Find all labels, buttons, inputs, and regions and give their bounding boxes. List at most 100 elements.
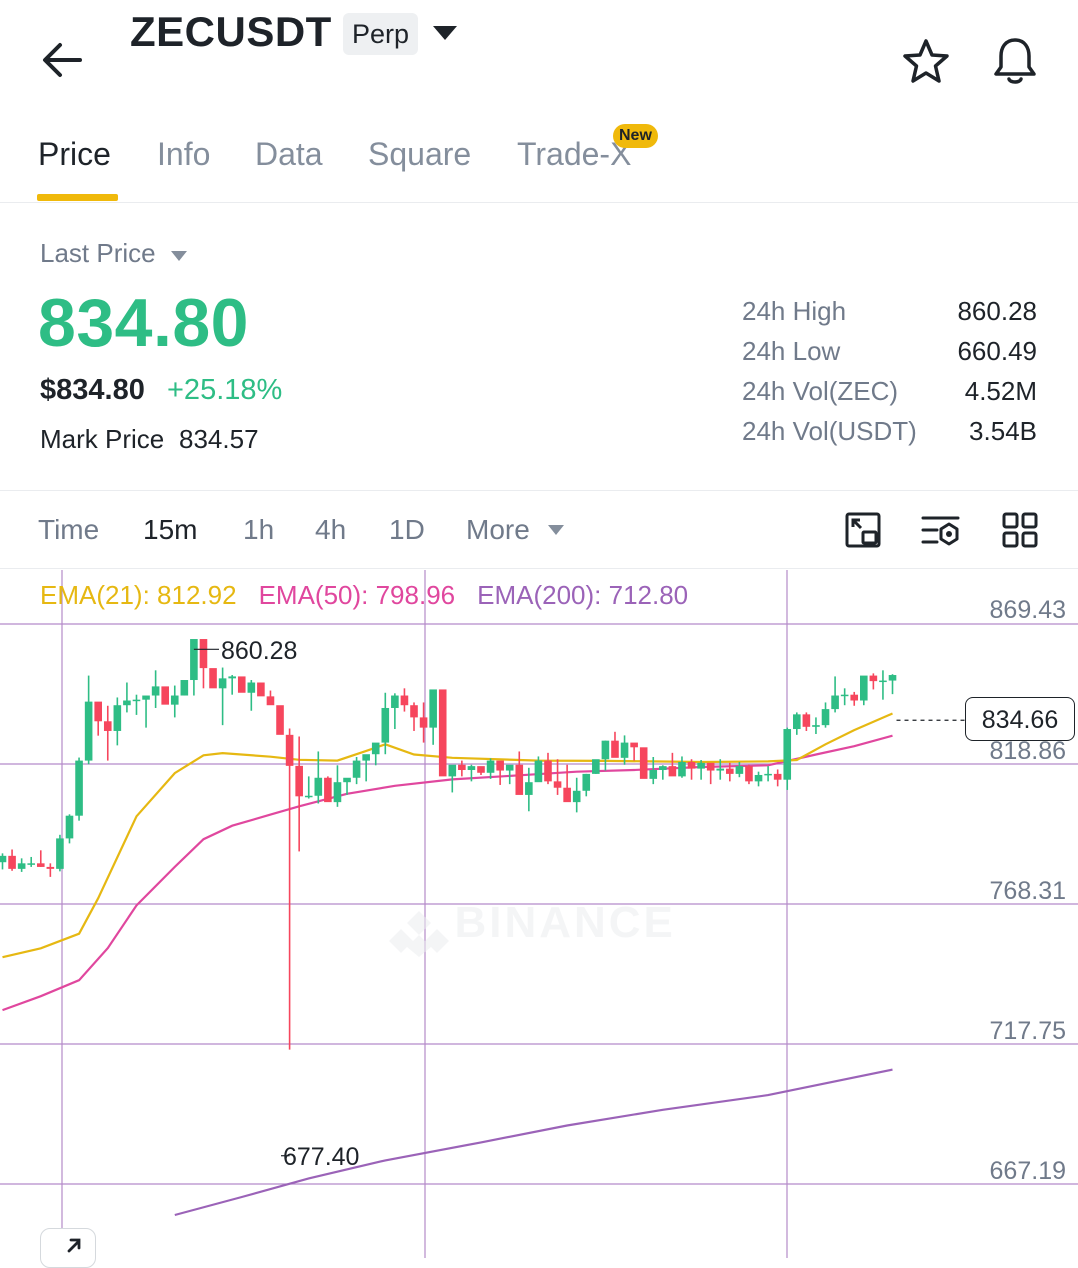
ema50-label: EMA(50): 798.96 xyxy=(258,580,456,610)
candle-body xyxy=(429,689,437,728)
symbol-title[interactable]: ZECUSDT xyxy=(130,8,332,56)
mark-price-value: 834.57 xyxy=(179,424,259,454)
candle-body xyxy=(333,782,342,803)
alert-button[interactable] xyxy=(986,32,1044,90)
timeframe-1h[interactable]: 1h xyxy=(243,514,274,546)
tab-square[interactable]: Square xyxy=(368,136,471,173)
expand-chart-button[interactable] xyxy=(40,1228,96,1268)
tabs-divider xyxy=(0,202,1078,203)
caret-down-icon xyxy=(548,525,564,535)
favorite-button[interactable] xyxy=(898,34,954,90)
candle-body xyxy=(448,764,457,777)
stat-24h-low-value: 660.49 xyxy=(957,336,1037,366)
candle-body xyxy=(36,863,45,867)
candle-body xyxy=(381,707,390,743)
timeframe-1d[interactable]: 1D xyxy=(389,514,425,546)
candle-body xyxy=(285,734,294,766)
chart-settings-button[interactable] xyxy=(843,510,883,550)
price-divider xyxy=(0,490,1078,491)
candle-body xyxy=(716,768,725,771)
y-axis-label: 768.31 xyxy=(989,877,1066,905)
tab-price[interactable]: Price xyxy=(38,136,111,173)
new-badge: New xyxy=(613,124,658,148)
candle-body xyxy=(888,675,897,681)
candle-body xyxy=(687,761,696,769)
candle-body xyxy=(477,766,485,773)
candle-body xyxy=(170,695,179,705)
candle-body xyxy=(209,668,217,689)
candle-body xyxy=(831,695,839,710)
candle-body xyxy=(726,768,734,774)
low-marker-label: 677.40 xyxy=(283,1143,360,1171)
watermark-text: BINANCE xyxy=(454,898,676,947)
candle-body xyxy=(649,770,658,779)
candle-body xyxy=(199,639,208,669)
candle-body xyxy=(27,863,36,865)
candle-body xyxy=(592,759,600,774)
candle-body xyxy=(783,729,792,780)
ema-legend: EMA(21): 812.92 EMA(50): 798.96 EMA(200): … xyxy=(40,580,710,611)
candle-body xyxy=(754,774,763,782)
timeframe-more[interactable]: More xyxy=(466,514,530,546)
candle-body xyxy=(266,696,275,706)
candle-body xyxy=(601,740,610,760)
candle-body xyxy=(247,682,256,693)
back-button[interactable] xyxy=(36,36,92,84)
candle-body xyxy=(534,760,543,783)
perp-badge: Perp xyxy=(343,13,419,55)
stat-24h-low-label: 24h Low xyxy=(742,336,841,366)
candle-body xyxy=(94,701,102,722)
candle-body xyxy=(630,742,638,748)
last-price-selector[interactable]: Last Price xyxy=(40,238,156,269)
stat-24h-vol-usdt-value: 3.54B xyxy=(969,416,1037,446)
candle-body xyxy=(860,675,868,701)
candle-body xyxy=(132,699,141,702)
toolbar-divider xyxy=(0,568,1078,569)
ema21-label: EMA(21): 812.92 xyxy=(40,580,237,610)
active-tab-indicator xyxy=(37,194,118,201)
candle-body xyxy=(400,695,409,706)
candle-body xyxy=(821,709,830,726)
candle-body xyxy=(505,764,514,771)
candle-body xyxy=(180,680,189,696)
candle-body xyxy=(419,717,428,728)
candle-body xyxy=(276,705,284,735)
candle-body xyxy=(678,761,686,777)
tab-data[interactable]: Data xyxy=(255,136,323,173)
caret-down-icon xyxy=(171,251,187,261)
candle-body xyxy=(190,639,198,681)
candle-body xyxy=(496,760,504,771)
candle-body xyxy=(793,714,801,730)
candle-body xyxy=(0,855,7,863)
binance-logo-icon xyxy=(389,910,449,957)
tab-info[interactable]: Info xyxy=(157,136,210,173)
layout-button[interactable] xyxy=(1000,510,1040,550)
candle-body xyxy=(773,773,782,780)
candle-body xyxy=(151,686,160,696)
watermark: BINANCE xyxy=(388,898,676,957)
candle-body xyxy=(228,676,236,679)
symbol-dropdown-caret[interactable] xyxy=(428,22,462,46)
timeframe-time[interactable]: Time xyxy=(38,514,99,546)
candle-body xyxy=(362,754,370,761)
candle-body xyxy=(75,760,83,816)
candle-body xyxy=(525,782,533,795)
candle-body xyxy=(544,760,552,782)
candle-body xyxy=(745,766,753,782)
candle-body xyxy=(458,764,466,771)
stat-24h-high-value: 860.28 xyxy=(957,296,1037,326)
candle-body xyxy=(515,764,524,795)
y-axis-label: 869.43 xyxy=(989,596,1066,624)
timeframe-15m[interactable]: 15m xyxy=(143,514,197,546)
candle-body xyxy=(850,694,859,701)
candle-body xyxy=(553,781,562,788)
candle-body xyxy=(17,863,26,869)
candle-body xyxy=(869,675,878,682)
candle-body xyxy=(438,689,447,777)
candle-body xyxy=(467,766,476,771)
candle-body xyxy=(65,815,74,839)
candle-body xyxy=(314,777,323,796)
indicators-button[interactable] xyxy=(920,510,960,550)
timeframe-4h[interactable]: 4h xyxy=(315,514,346,546)
usd-price: $834.80 xyxy=(40,374,145,406)
